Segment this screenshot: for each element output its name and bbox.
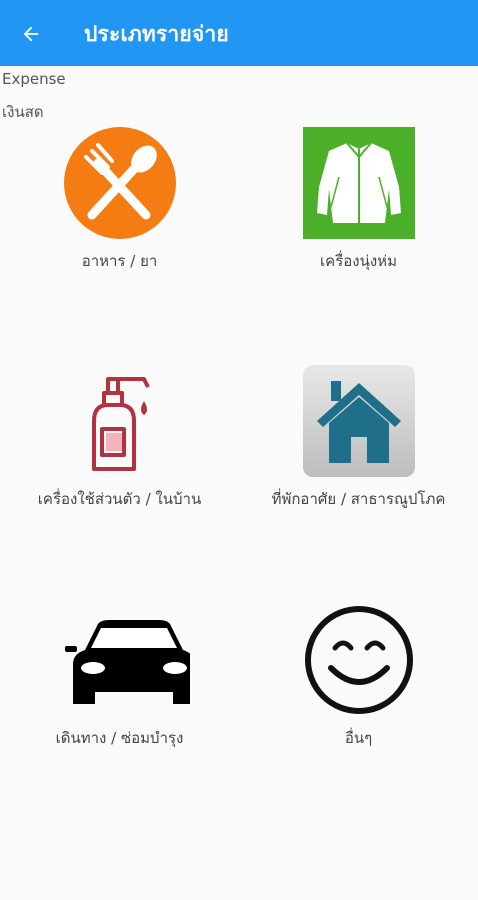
category-food-medicine[interactable]: อาหาร / ยา <box>0 127 239 307</box>
category-label: เดินทาง / ซ่อมบำรุง <box>55 729 184 747</box>
category-label: อาหาร / ยา <box>81 252 158 270</box>
category-personal-household[interactable]: เครื่องใช้ส่วนตัว / ในบ้าน <box>0 365 239 545</box>
payment-method-label: เงินสด <box>2 103 44 121</box>
category-others[interactable]: อื่นๆ <box>239 604 478 784</box>
page-title: ประเภทรายจ่าย <box>84 22 229 46</box>
category-housing-utilities[interactable]: ที่พักอาศัย / สาธารณูปโภค <box>239 365 478 545</box>
soap-bottle-icon <box>92 377 150 471</box>
back-button[interactable] <box>14 17 48 51</box>
car-icon <box>65 620 190 704</box>
arrow-left-icon <box>23 26 39 42</box>
category-label: เครื่องใช้ส่วนตัว / ในบ้าน <box>37 490 202 508</box>
category-travel-maintenance[interactable]: เดินทาง / ซ่อมบำรุง <box>0 604 239 784</box>
app-bar: ประเภทรายจ่าย <box>0 0 478 66</box>
category-label: เครื่องนุ่งห่ม <box>320 252 397 270</box>
transaction-type-label: Expense <box>2 70 66 88</box>
shirt-icon <box>303 127 415 239</box>
fork-spoon-icon <box>64 127 176 239</box>
category-label: อื่นๆ <box>344 729 373 747</box>
category-label: ที่พักอาศัย / สาธารณูปโภค <box>271 490 446 508</box>
house-icon <box>303 365 415 477</box>
category-clothing[interactable]: เครื่องนุ่งห่ม <box>239 127 478 307</box>
smiley-icon <box>305 606 413 714</box>
